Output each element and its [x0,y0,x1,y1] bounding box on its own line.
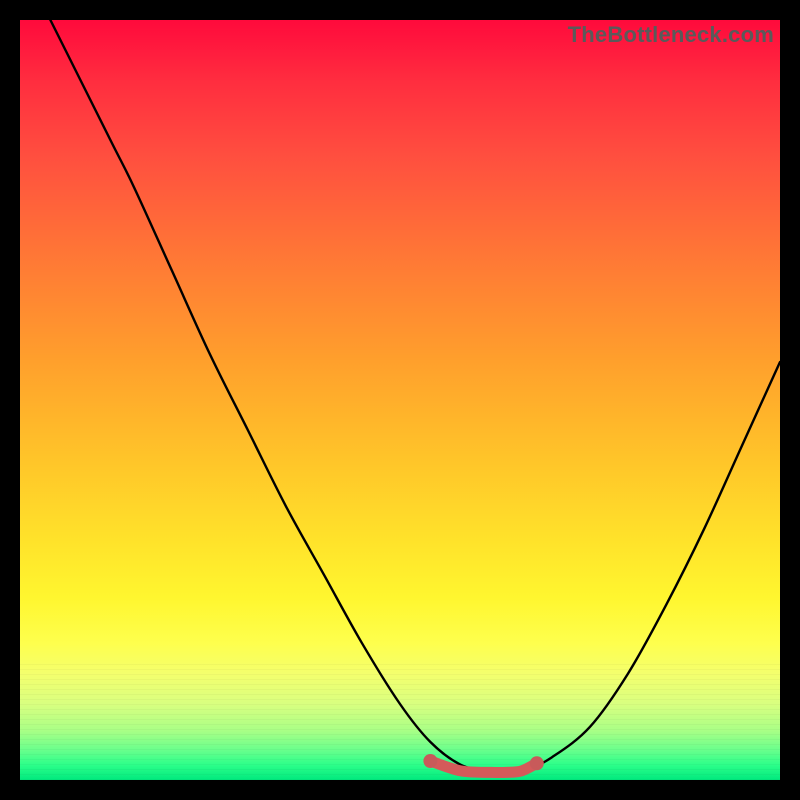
chart-frame: TheBottleneck.com [0,0,800,800]
bottleneck-curve [20,0,780,774]
segment-endpoint-right [530,756,544,770]
curve-layer [20,20,780,780]
plot-area: TheBottleneck.com [20,20,780,780]
segment-endpoint-left [423,754,437,768]
bottom-highlight-segment [430,761,536,773]
